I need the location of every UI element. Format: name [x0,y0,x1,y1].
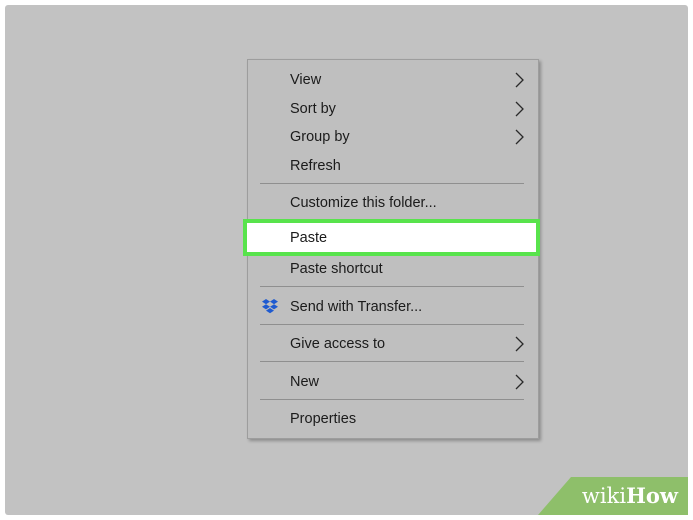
menu-item-label: Give access to [290,336,386,352]
chevron-right-icon [515,336,524,352]
watermark-logo: wikiHow [581,483,678,508]
menu-item-sort-by[interactable]: Sort by [248,95,538,123]
chevron-right-icon [515,374,524,390]
menu-item-refresh[interactable]: Refresh [248,152,538,180]
menu-item-label: View [290,72,322,88]
menu-separator [260,183,524,184]
menu-item-paste-shortcut[interactable]: Paste shortcut [248,255,538,283]
menu-item-give-access-to[interactable]: Give access to [248,330,538,358]
menu-separator [260,399,524,400]
chevron-right-icon [515,129,524,145]
wikihow-watermark: wikiHow [538,477,688,515]
chevron-right-icon [515,101,524,117]
menu-item-send-with-transfer[interactable]: Send with Transfer... [248,293,538,321]
menu-separator [260,324,524,325]
chevron-right-icon [515,72,524,88]
menu-item-label: Properties [290,411,357,427]
menu-item-view[interactable]: View [248,66,538,94]
menu-item-label: Paste [290,229,328,246]
highlighted-menu-item-paste[interactable]: Paste [243,219,540,256]
menu-item-label: Sort by [290,101,336,117]
menu-item-label: New [290,374,320,390]
menu-item-label: Paste shortcut [290,261,383,277]
menu-item-new[interactable]: New [248,368,538,396]
menu-separator [260,286,524,287]
dropbox-icon [262,299,278,314]
menu-item-label: Send with Transfer... [290,299,423,315]
menu-separator [260,361,524,362]
menu-item-customize-folder[interactable]: Customize this folder... [248,189,538,217]
menu-item-label: Customize this folder... [290,195,437,211]
menu-item-label: Group by [290,129,350,145]
menu-item-label: Refresh [290,158,341,174]
menu-item-group-by[interactable]: Group by [248,123,538,151]
menu-item-properties[interactable]: Properties [248,405,538,433]
